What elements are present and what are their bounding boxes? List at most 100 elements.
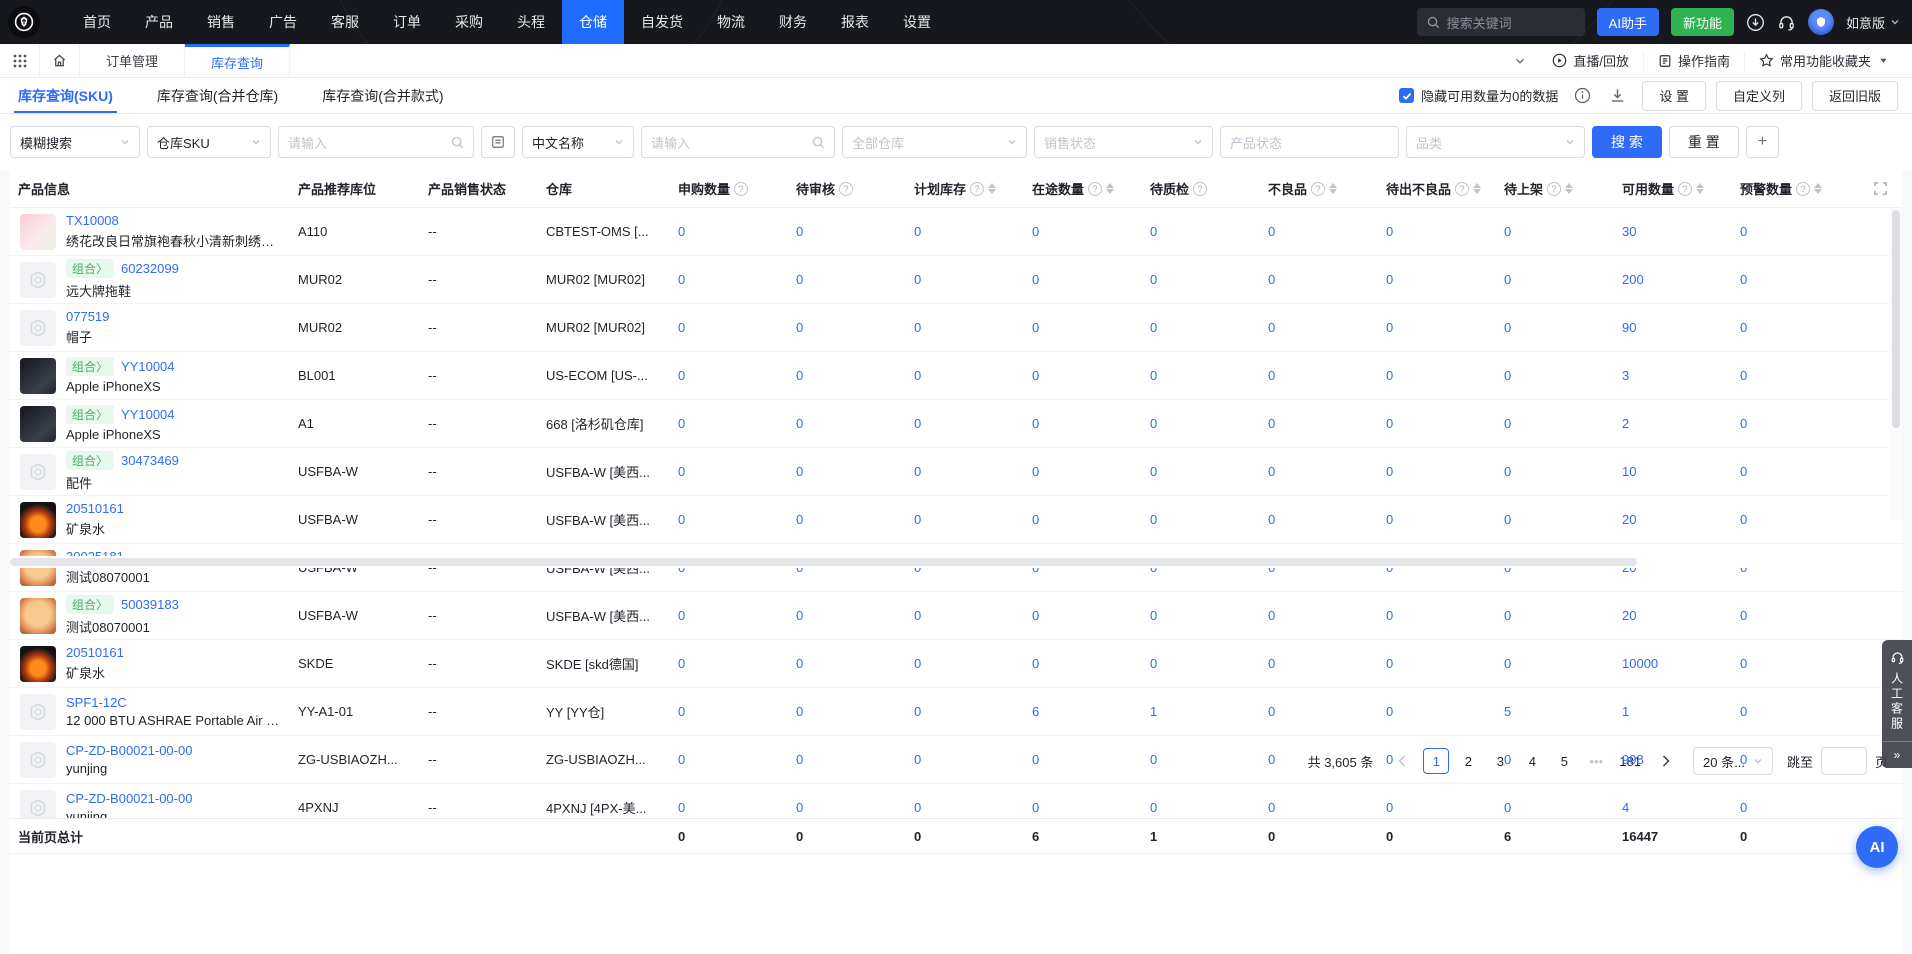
product-thumbnail[interactable] [20,454,56,490]
qty-申购数量[interactable]: 0 [670,368,788,383]
qty-待出不良品[interactable]: 0 [1378,704,1496,719]
qty-计划库存[interactable]: 0 [906,704,1024,719]
qty-待审核[interactable]: 0 [788,800,906,815]
qty-不良品[interactable]: 0 [1260,464,1378,479]
qty-预警数量[interactable]: 0 [1732,512,1850,527]
qty-待审核[interactable]: 0 [788,512,906,527]
qty-可用数量[interactable]: 200 [1614,272,1732,287]
sort-icon[interactable] [1106,183,1114,194]
qty-申购数量[interactable]: 0 [670,752,788,767]
product-thumbnail[interactable] [20,310,56,346]
qty-在途数量[interactable]: 0 [1024,368,1142,383]
qty-计划库存[interactable]: 0 [906,800,1024,815]
qty-不良品[interactable]: 0 [1260,608,1378,623]
product-sku-link[interactable]: YY10004 [121,407,175,422]
qty-预警数量[interactable]: 0 [1732,752,1850,767]
qty-预警数量[interactable]: 0 [1732,800,1850,815]
qty-申购数量[interactable]: 0 [670,320,788,335]
search-button[interactable]: 搜 索 [1592,126,1662,158]
global-search-input[interactable]: 搜索关键词 [1417,8,1585,36]
nav-item-设置[interactable]: 设置 [886,0,948,44]
sort-icon[interactable] [988,183,996,194]
column-header-不良品[interactable]: 不良品? [1260,179,1378,198]
nav-item-自发货[interactable]: 自发货 [624,0,700,44]
product-sku-link[interactable]: 60232099 [121,261,179,276]
qty-待审核[interactable]: 0 [788,272,906,287]
qty-待上架[interactable]: 0 [1496,368,1614,383]
qty-计划库存[interactable]: 0 [906,464,1024,479]
qty-计划库存[interactable]: 0 [906,272,1024,287]
avatar[interactable] [1808,9,1834,35]
help-icon[interactable]: ? [1455,182,1469,196]
checkbox-checked-icon[interactable] [1399,88,1414,103]
search-mode-select[interactable]: 模糊搜索 [10,126,140,158]
qty-申购数量[interactable]: 0 [670,512,788,527]
qty-在途数量[interactable]: 0 [1024,416,1142,431]
qty-待质检[interactable]: 0 [1142,752,1260,767]
product-sku-link[interactable]: CP-ZD-B00021-00-00 [66,743,192,758]
horizontal-scrollbar[interactable] [10,556,1902,568]
collapse-button[interactable]: » [1882,742,1912,768]
help-icon[interactable]: ? [1796,182,1810,196]
qty-待上架[interactable]: 0 [1496,464,1614,479]
nav-item-物流[interactable]: 物流 [700,0,762,44]
qty-在途数量[interactable]: 0 [1024,512,1142,527]
qty-在途数量[interactable]: 0 [1024,800,1142,815]
qty-在途数量[interactable]: 0 [1024,224,1142,239]
qty-申购数量[interactable]: 0 [670,416,788,431]
product-sku-link[interactable]: TX10008 [66,213,119,228]
qty-预警数量[interactable]: 0 [1732,656,1850,671]
product-thumbnail[interactable] [20,598,56,634]
qty-待出不良品[interactable]: 0 [1378,608,1496,623]
qty-待审核[interactable]: 0 [788,320,906,335]
product-sku-link[interactable]: 20510161 [66,645,124,660]
qty-不良品[interactable]: 0 [1260,656,1378,671]
nav-item-财务[interactable]: 财务 [762,0,824,44]
qty-不良品[interactable]: 0 [1260,512,1378,527]
nav-item-产品[interactable]: 产品 [128,0,190,44]
version-switcher[interactable]: 如意版 [1846,13,1900,32]
qty-待出不良品[interactable]: 0 [1378,272,1496,287]
qty-待上架[interactable]: 0 [1496,320,1614,335]
qty-待质检[interactable]: 0 [1142,464,1260,479]
nav-item-广告[interactable]: 广告 [252,0,314,44]
qty-待上架[interactable]: 0 [1496,272,1614,287]
qty-计划库存[interactable]: 0 [906,608,1024,623]
column-header-待审核[interactable]: 待审核? [788,179,906,198]
qty-在途数量[interactable]: 0 [1024,752,1142,767]
toolbar-button-设置[interactable]: 设 置 [1642,81,1706,111]
qty-待质检[interactable]: 0 [1142,416,1260,431]
nav-item-销售[interactable]: 销售 [190,0,252,44]
apps-grid-icon[interactable] [0,44,40,77]
combo-badge[interactable]: 组合〉 [66,357,114,376]
qty-待出不良品[interactable]: 0 [1378,368,1496,383]
nav-item-客服[interactable]: 客服 [314,0,376,44]
qty-不良品[interactable]: 0 [1260,272,1378,287]
qty-待质检[interactable]: 0 [1142,272,1260,287]
qty-计划库存[interactable]: 0 [906,752,1024,767]
qty-待上架[interactable]: 0 [1496,416,1614,431]
subtab-库存查询(合并款式)[interactable]: 库存查询(合并款式) [318,78,447,113]
subtab-库存查询(SKU)[interactable]: 库存查询(SKU) [14,78,117,113]
column-header-预警数量[interactable]: 预警数量? [1732,179,1850,198]
product-status-select[interactable]: 产品状态 [1220,126,1399,158]
qty-可用数量[interactable]: 20 [1614,512,1732,527]
qty-待审核[interactable]: 0 [788,752,906,767]
qty-待上架[interactable]: 0 [1496,656,1614,671]
vertical-scrollbar[interactable] [1890,208,1902,520]
qty-可用数量[interactable]: 1 [1614,704,1732,719]
qty-待审核[interactable]: 0 [788,656,906,671]
qty-待质检[interactable]: 0 [1142,320,1260,335]
nav-item-订单[interactable]: 订单 [376,0,438,44]
download-circle-icon[interactable] [1746,13,1765,32]
nav-item-首页[interactable]: 首页 [66,0,128,44]
qty-不良品[interactable]: 0 [1260,800,1378,815]
product-thumbnail[interactable] [20,646,56,682]
qty-预警数量[interactable]: 0 [1732,320,1850,335]
qty-申购数量[interactable]: 0 [670,656,788,671]
qty-待质检[interactable]: 1 [1142,704,1260,719]
qty-待审核[interactable]: 0 [788,464,906,479]
qty-待审核[interactable]: 0 [788,608,906,623]
qty-可用数量[interactable]: 10000 [1614,656,1732,671]
qty-待上架[interactable]: 0 [1496,752,1614,767]
